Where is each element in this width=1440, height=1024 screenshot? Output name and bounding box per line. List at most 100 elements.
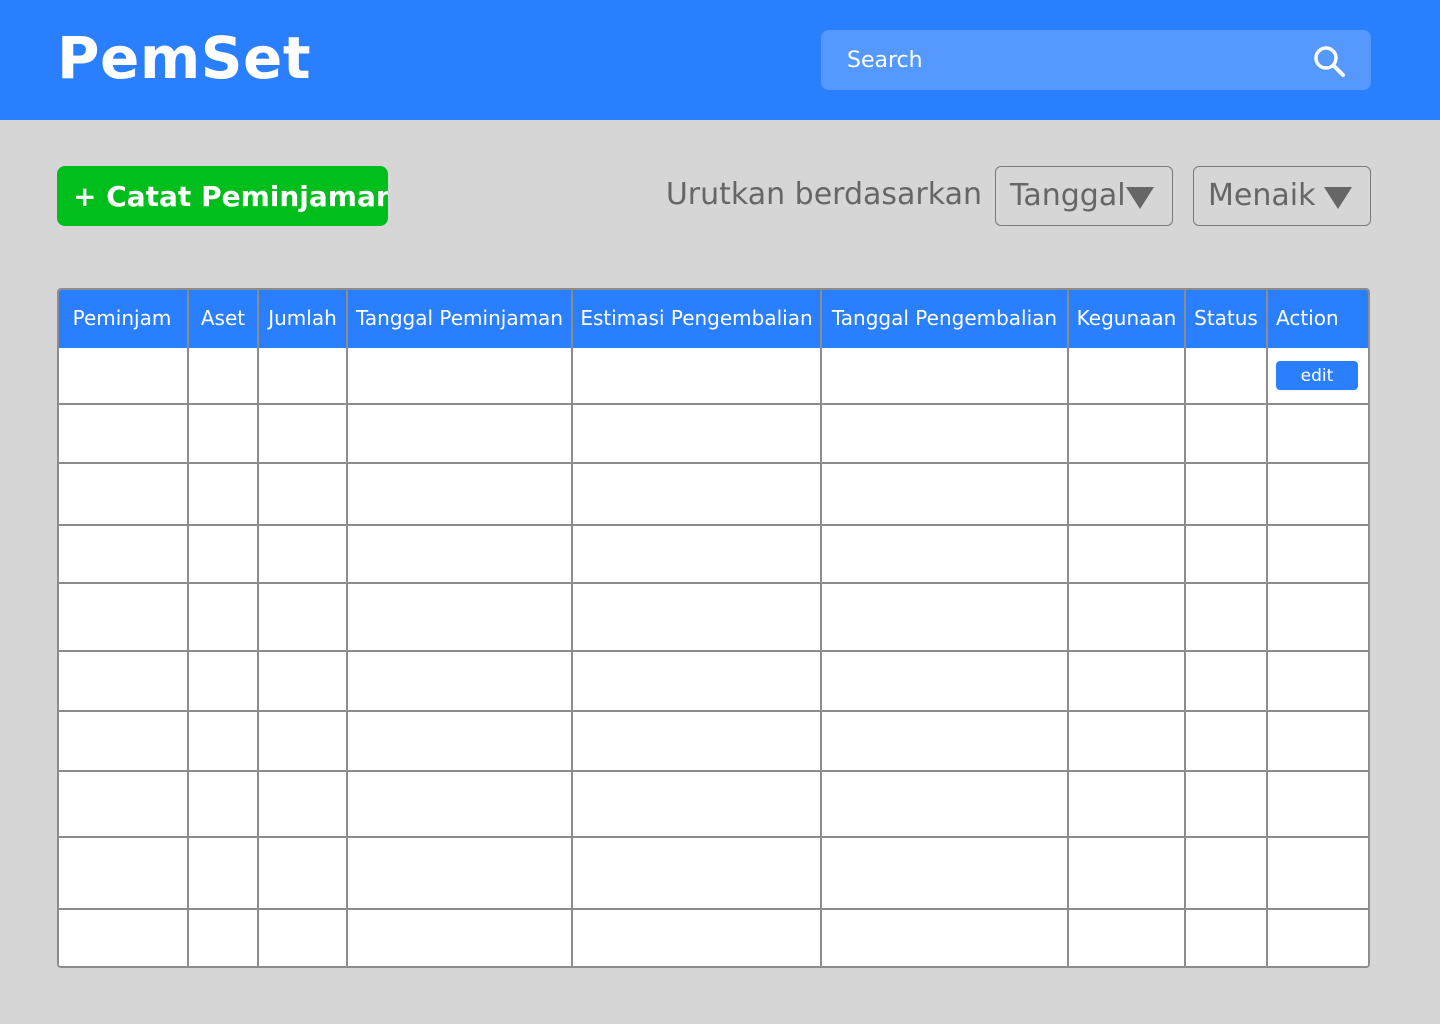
app-header: PemSet [0,0,1440,120]
table-cell [572,463,822,526]
table-cell [821,404,1069,464]
table-cell [1185,525,1268,584]
table-cell [1267,463,1368,526]
table-cell [572,525,822,584]
table-cell [188,651,259,712]
table-cell [347,583,573,652]
table-cell [188,711,259,772]
column-header-aset[interactable]: Aset [188,290,259,348]
column-header-kegunaan[interactable]: Kegunaan [1068,290,1186,348]
column-header-tanggal-peminjaman[interactable]: Tanggal Peminjaman [347,290,573,348]
table-cell [188,348,259,405]
table-cell [821,711,1069,772]
column-header-status[interactable]: Status [1185,290,1268,348]
sort-label: Urutkan berdasarkan [665,177,982,212]
table-cell [1185,711,1268,772]
sort-field-select[interactable]: Tanggal [995,166,1173,226]
table-cell [1185,651,1268,712]
table-cell [1068,909,1186,966]
table-cell [572,651,822,712]
table-cell [59,837,189,910]
search-icon[interactable] [1311,43,1347,79]
table-cell [347,404,573,464]
table-cell [1267,837,1368,910]
table-cell [258,711,348,772]
table-cell [258,583,348,652]
table-cell [59,525,189,584]
table-cell [1068,711,1186,772]
table-row [59,525,1368,584]
table-cell [59,711,189,772]
table-cell [1267,771,1368,838]
table-cell [59,771,189,838]
table-cell [1068,583,1186,652]
table-cell: edit [1267,348,1368,405]
table-cell [347,909,573,966]
column-header-tanggal-pengembalian[interactable]: Tanggal Pengembalian [821,290,1069,348]
table-cell [1267,909,1368,966]
table-row [59,463,1368,526]
table-row [59,404,1368,464]
table-header-row: Peminjam Aset Jumlah Tanggal Peminjaman … [59,290,1368,348]
table-cell [1267,404,1368,464]
table-body: edit [59,348,1368,966]
loans-table: Peminjam Aset Jumlah Tanggal Peminjaman … [59,290,1368,966]
search-box[interactable] [821,30,1371,90]
table-cell [188,463,259,526]
table-cell [572,711,822,772]
sort-order-select[interactable]: Menaik [1193,166,1371,226]
table-cell [347,771,573,838]
table-cell [59,404,189,464]
column-header-peminjam[interactable]: Peminjam [59,290,189,348]
table-cell [188,525,259,584]
table-cell [188,837,259,910]
table-cell [821,348,1069,405]
sort-field-value: Tanggal [1010,178,1126,213]
table-cell [1185,463,1268,526]
table-cell [59,651,189,712]
table-cell [258,348,348,405]
table-cell [1068,651,1186,712]
table-cell [821,909,1069,966]
chevron-down-icon [1126,187,1154,209]
table-cell [347,837,573,910]
table-cell [188,404,259,464]
table-cell [258,771,348,838]
table-cell [1185,404,1268,464]
column-header-estimasi-pengembalian[interactable]: Estimasi Pengembalian [572,290,822,348]
table-cell [572,404,822,464]
table-row [59,837,1368,910]
table-cell [1267,651,1368,712]
table-cell [821,463,1069,526]
table-cell [572,837,822,910]
table-cell [258,525,348,584]
table-cell [1068,525,1186,584]
table-cell [572,771,822,838]
table-cell [347,463,573,526]
table-cell [1068,837,1186,910]
table-cell [188,771,259,838]
table-cell [59,909,189,966]
loans-table-container: Peminjam Aset Jumlah Tanggal Peminjaman … [57,288,1370,968]
add-loan-button[interactable]: + Catat Peminjaman [57,166,388,226]
table-row [59,909,1368,966]
table-cell [59,348,189,405]
table-cell [821,525,1069,584]
column-header-jumlah[interactable]: Jumlah [258,290,348,348]
table-cell [572,348,822,405]
table-cell [347,651,573,712]
table-cell [258,837,348,910]
table-row [59,711,1368,772]
table-cell [347,711,573,772]
table-cell [188,909,259,966]
table-cell [258,404,348,464]
edit-button[interactable]: edit [1276,361,1358,390]
table-cell [59,583,189,652]
search-input[interactable] [841,30,1307,90]
table-cell [258,651,348,712]
table-cell [1267,711,1368,772]
table-cell [1185,909,1268,966]
table-cell [258,463,348,526]
table-row [59,771,1368,838]
table-cell [188,583,259,652]
